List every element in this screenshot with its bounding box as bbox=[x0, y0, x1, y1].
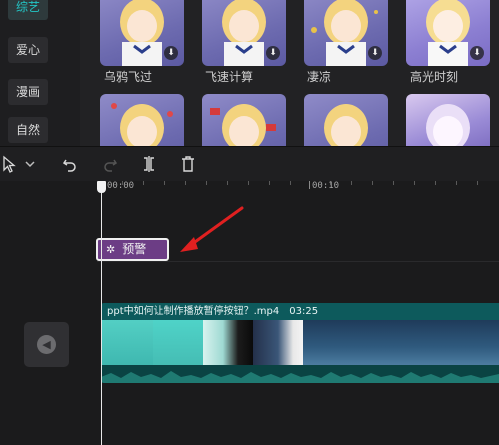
annotation-arrow bbox=[180, 206, 244, 252]
editor-window: 综艺 爱心 漫画 自然 ⬇ ⬇ ⬇ ⬇ 乌鸦飞过 飞速计算 凄凉 高光时刻 00… bbox=[0, 0, 499, 445]
